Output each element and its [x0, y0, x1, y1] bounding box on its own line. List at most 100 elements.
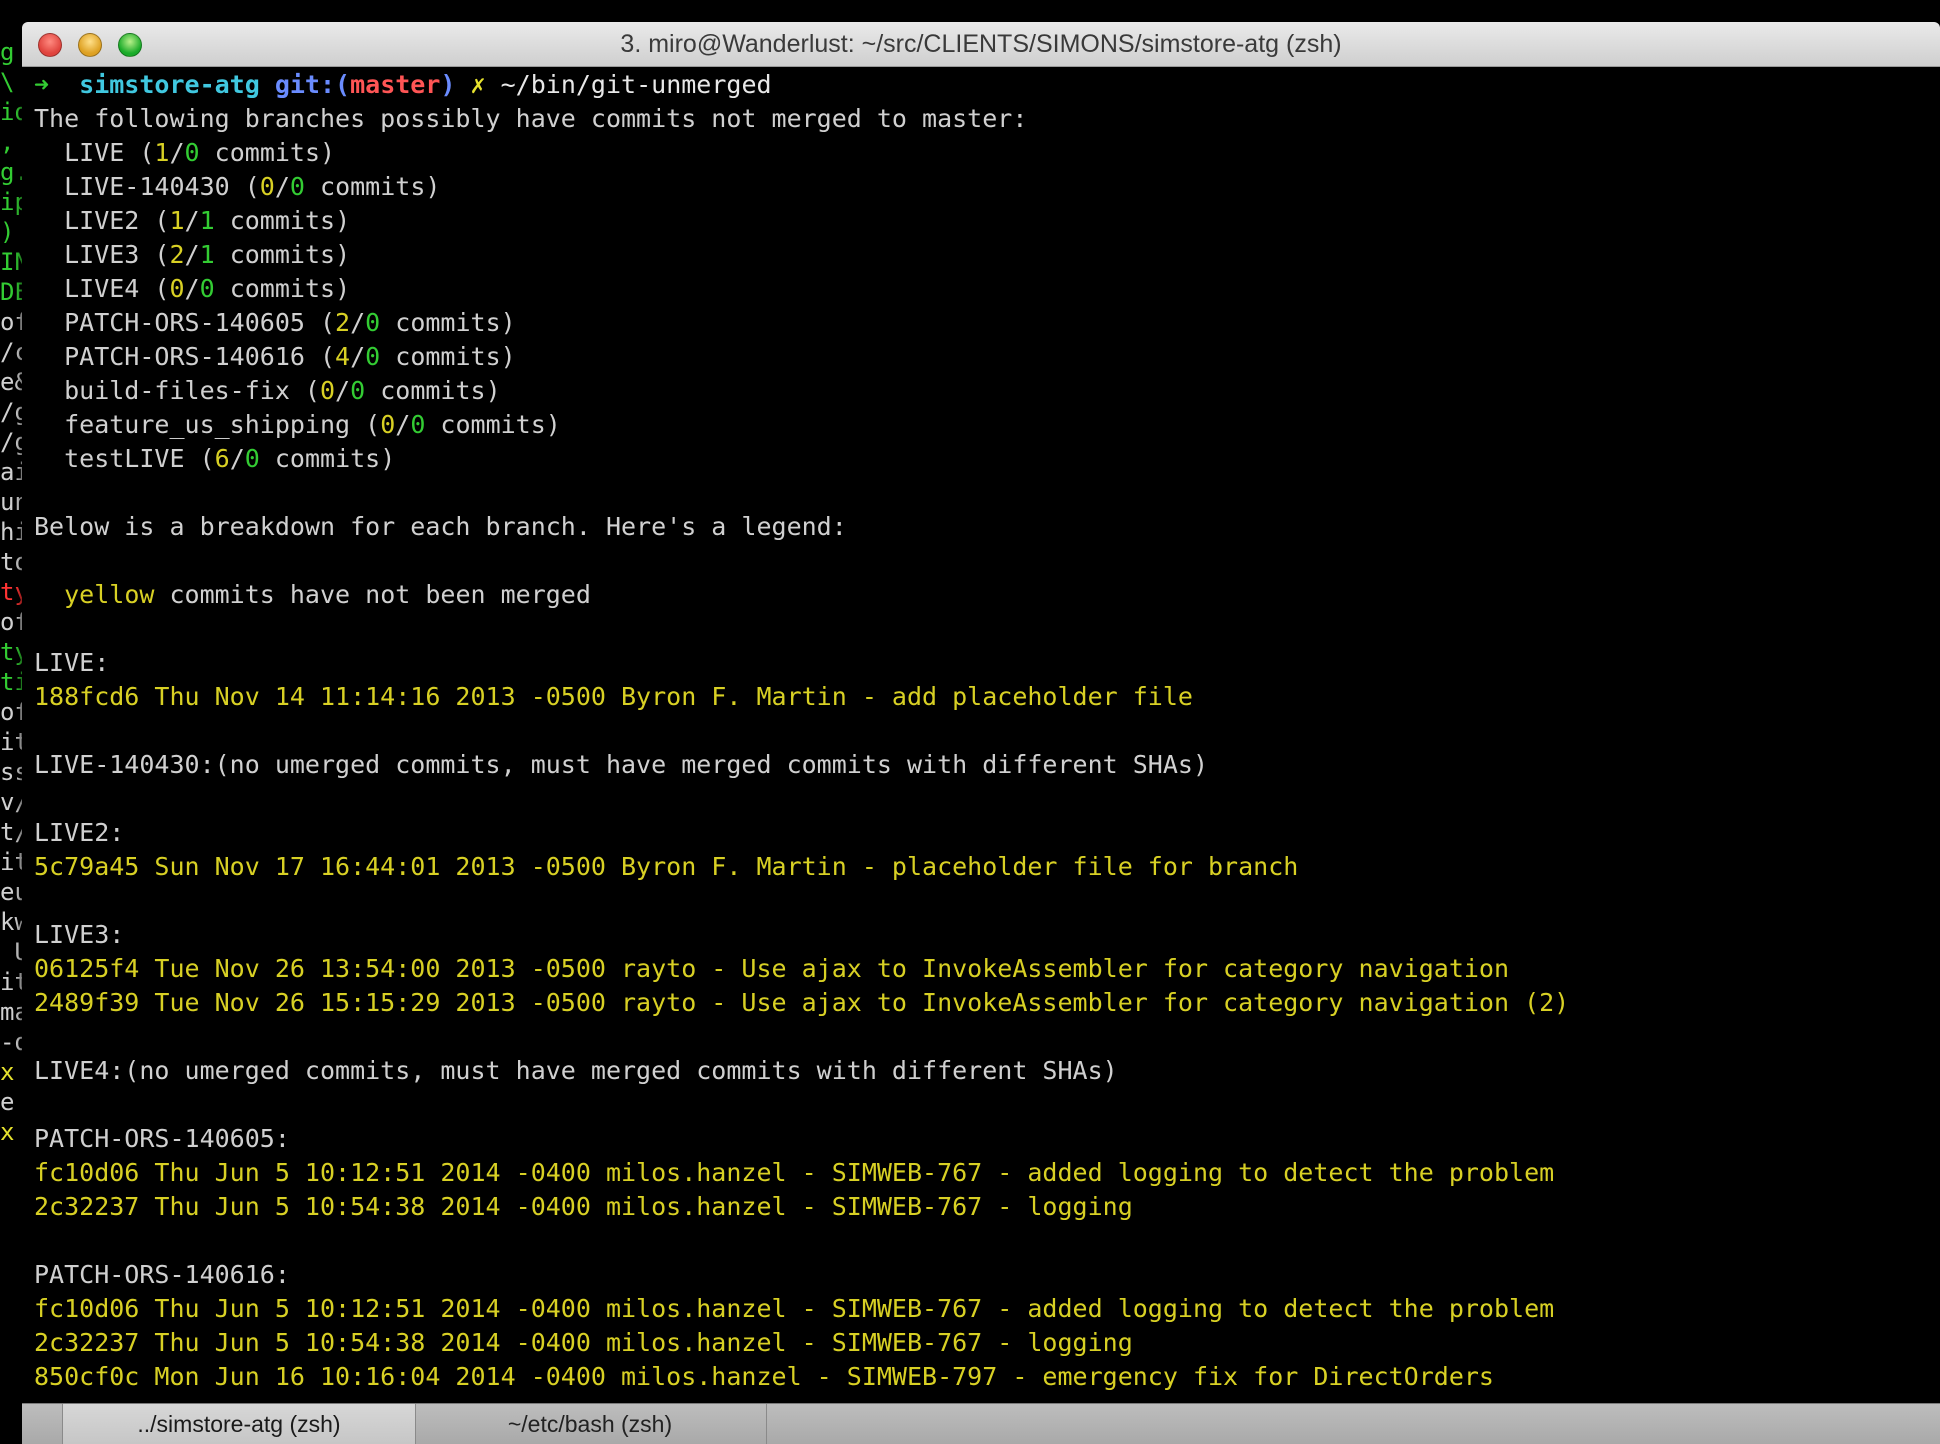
terminal-text: LIVE3 (: [34, 240, 170, 269]
terminal-text: commits): [380, 308, 516, 337]
tab-bar: ../simstore-atg (zsh) ~/etc/bash (zsh): [22, 1403, 1940, 1444]
title-bar[interactable]: 3. miro@Wanderlust: ~/src/CLIENTS/SIMONS…: [22, 22, 1940, 67]
tab-simstore-atg[interactable]: ../simstore-atg (zsh): [62, 1404, 416, 1444]
background-terminal-fragment: t/: [0, 818, 24, 846]
background-terminal-fragment: ti: [0, 668, 24, 696]
terminal-text: git:(: [274, 70, 351, 99]
terminal-text: LIVE-140430:(no umerged commits, must ha…: [34, 750, 1208, 779]
terminal-text: commits): [214, 274, 351, 303]
terminal-line: PATCH-ORS-140616:: [34, 1258, 1940, 1292]
terminal-line: LIVE (1/0 commits): [34, 136, 1940, 170]
terminal-text: 0: [410, 410, 426, 439]
terminal-line: LIVE3 (2/1 commits): [34, 238, 1940, 272]
terminal-line: Below is a breakdown for each branch. He…: [34, 510, 1940, 544]
terminal-text: commits): [425, 410, 561, 439]
terminal-text: commits): [214, 206, 351, 235]
terminal-text: build-files-fix (: [34, 376, 320, 405]
terminal-text: /: [335, 376, 351, 405]
terminal-window: 3. miro@Wanderlust: ~/src/CLIENTS/SIMONS…: [22, 22, 1940, 1444]
terminal-text: /: [184, 206, 200, 235]
background-terminal-fragment: g: [0, 38, 15, 66]
terminal-output[interactable]: ➜ simstore-atg git:(master) ✗ ~/bin/git-…: [22, 68, 1940, 1422]
terminal-text: ): [440, 70, 471, 99]
background-terminal-fragment: /c: [0, 338, 24, 366]
terminal-text: /: [229, 444, 245, 473]
terminal-text: 0: [184, 138, 200, 167]
terminal-line: The following branches possibly have com…: [34, 102, 1940, 136]
terminal-text: testLIVE (: [34, 444, 215, 473]
background-terminal-fragment: it: [0, 968, 24, 996]
terminal-text: master: [350, 70, 441, 99]
terminal-text: The following branches possibly have com…: [34, 104, 1028, 133]
terminal-line: fc10d06 Thu Jun 5 10:12:51 2014 -0400 mi…: [34, 1292, 1940, 1326]
terminal-text: ➜: [34, 70, 80, 99]
terminal-text: commits): [199, 138, 336, 167]
background-terminal-fragment: ma: [0, 998, 24, 1026]
background-terminal-fragment: IN: [0, 248, 24, 276]
window-title: 3. miro@Wanderlust: ~/src/CLIENTS/SIMONS…: [620, 30, 1342, 58]
terminal-line: fc10d06 Thu Jun 5 10:12:51 2014 -0400 mi…: [34, 1156, 1940, 1190]
terminal-line: ➜ simstore-atg git:(master) ✗ ~/bin/git-…: [34, 68, 1940, 102]
terminal-text: 0: [365, 342, 381, 371]
background-terminal-fragment: of: [0, 698, 24, 726]
terminal-text: LIVE:: [34, 648, 110, 677]
terminal-text: LIVE4:(no umerged commits, must have mer…: [34, 1056, 1118, 1085]
terminal-text: LIVE (: [34, 138, 155, 167]
terminal-text: 0: [365, 308, 381, 337]
background-terminal-fragment: it: [0, 848, 24, 876]
terminal-text: 6: [214, 444, 230, 473]
background-terminal-fragment: it: [0, 728, 24, 756]
terminal-text: fc10d06 Thu Jun 5 10:12:51 2014 -0400 mi…: [34, 1158, 1555, 1187]
terminal-line: 2489f39 Tue Nov 26 15:15:29 2013 -0500 r…: [34, 986, 1940, 1020]
terminal-line: LIVE2:: [34, 816, 1940, 850]
terminal-text: Below is a breakdown for each branch. He…: [34, 512, 847, 541]
terminal-line: yellow commits have not been merged: [34, 578, 1940, 612]
terminal-text: simstore-atg: [79, 70, 275, 99]
terminal-text: LIVE4 (: [34, 274, 170, 303]
terminal-text: commits): [304, 172, 441, 201]
terminal-line: testLIVE (6/0 commits): [34, 442, 1940, 476]
terminal-text: 0: [244, 444, 260, 473]
background-terminal-edge: g\id,g.ip)INDEof/ce&/g/gaiunhitotyoftyti…: [0, 0, 24, 1444]
terminal-line: LIVE2 (1/1 commits): [34, 204, 1940, 238]
terminal-line: LIVE:: [34, 646, 1940, 680]
terminal-line: PATCH-ORS-140605 (2/0 commits): [34, 306, 1940, 340]
terminal-text: yellow: [64, 580, 155, 609]
terminal-text: 0: [199, 274, 215, 303]
terminal-text: 1: [199, 206, 215, 235]
tab-etc-bash[interactable]: ~/etc/bash (zsh): [414, 1404, 767, 1444]
terminal-line: LIVE3:: [34, 918, 1940, 952]
terminal-line: LIVE-140430 (0/0 commits): [34, 170, 1940, 204]
terminal-text: commits): [259, 444, 396, 473]
background-terminal-fragment: x: [0, 1118, 15, 1146]
background-terminal-fragment: ,: [0, 128, 15, 156]
terminal-line: feature_us_shipping (0/0 commits): [34, 408, 1940, 442]
terminal-text: /: [169, 138, 185, 167]
terminal-text: 2489f39 Tue Nov 26 15:15:29 2013 -0500 r…: [34, 988, 1570, 1017]
terminal-text: 1: [169, 206, 185, 235]
terminal-line: PATCH-ORS-140616 (4/0 commits): [34, 340, 1940, 374]
terminal-text: /: [350, 308, 366, 337]
terminal-text: LIVE2 (: [34, 206, 170, 235]
background-terminal-fragment: ip: [0, 188, 24, 216]
background-terminal-fragment: ty: [0, 578, 24, 606]
terminal-text: 188fcd6 Thu Nov 14 11:14:16 2013 -0500 B…: [34, 682, 1193, 711]
terminal-line: 850cf0c Mon Jun 16 10:16:04 2014 -0400 m…: [34, 1360, 1940, 1394]
background-terminal-fragment: id: [0, 98, 24, 126]
background-terminal-fragment: g.: [0, 158, 24, 186]
background-terminal-fragment: ss: [0, 758, 24, 786]
terminal-text: fc10d06 Thu Jun 5 10:12:51 2014 -0400 mi…: [34, 1294, 1555, 1323]
terminal-line: LIVE4 (0/0 commits): [34, 272, 1940, 306]
background-terminal-fragment: of: [0, 308, 24, 336]
terminal-text: 0: [319, 376, 336, 405]
background-terminal-fragment: U: [14, 938, 24, 966]
background-terminal-fragment: \: [0, 68, 15, 96]
background-terminal-fragment: ty: [0, 638, 24, 666]
background-terminal-fragment: ai: [0, 458, 24, 486]
background-terminal-fragment: v/: [0, 788, 24, 816]
terminal-text: /: [184, 274, 200, 303]
background-terminal-fragment: /g: [0, 428, 24, 456]
